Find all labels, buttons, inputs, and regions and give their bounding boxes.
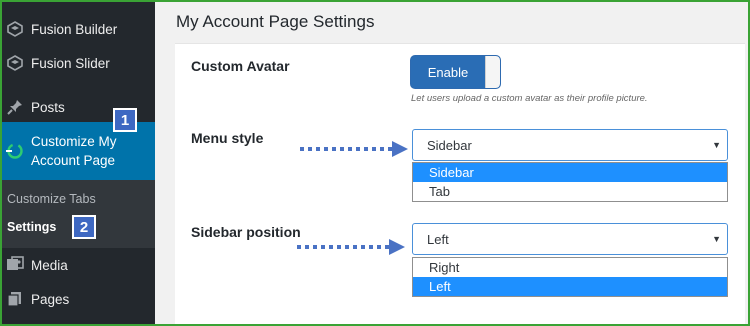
sidebar-item-fusion-builder[interactable]: Fusion Builder	[2, 12, 155, 46]
fusion-slider-icon	[6, 54, 24, 72]
toggle-label: Enable	[427, 64, 469, 80]
chevron-down-icon: ▼	[712, 140, 721, 150]
toggle-knob	[485, 56, 500, 88]
sidebar-position-selected-value: Left	[427, 231, 449, 247]
page-title: My Account Page Settings	[176, 12, 375, 31]
annotation-badge-1: 1	[113, 108, 137, 132]
fusion-builder-icon	[6, 20, 24, 38]
menu-style-select[interactable]: Sidebar ▼	[412, 129, 728, 161]
menu-style-label: Menu style	[191, 130, 264, 146]
pin-icon	[6, 98, 24, 116]
sidebar-item-label: Fusion Builder	[31, 21, 118, 37]
admin-sidebar: Fusion Builder Fusion Slider Posts Custo…	[2, 2, 163, 324]
menu-style-option-sidebar[interactable]: Sidebar	[413, 163, 727, 182]
custom-avatar-help: Let users upload a custom avatar as thei…	[411, 93, 648, 104]
menu-style-selected-value: Sidebar	[427, 137, 472, 153]
sidebar-position-label: Sidebar position	[191, 224, 301, 240]
custom-avatar-label: Custom Avatar	[191, 58, 290, 74]
dotted-arrow-icon	[297, 239, 405, 255]
sidebar-item-label: Media	[31, 257, 68, 273]
menu-style-options: Sidebar Tab	[412, 162, 728, 202]
media-icon	[6, 256, 24, 274]
custom-avatar-toggle[interactable]: Enable	[410, 55, 501, 89]
annotation-badge-2: 2	[72, 215, 96, 239]
dotted-arrow-icon	[300, 141, 408, 157]
sidebar-position-options: Right Left	[412, 257, 728, 297]
chevron-down-icon: ▼	[712, 234, 721, 244]
menu-style-option-tab[interactable]: Tab	[413, 182, 727, 201]
sidebar-position-option-right[interactable]: Right	[413, 258, 727, 277]
sidebar-position-select[interactable]: Left ▼	[412, 223, 728, 255]
sidebar-item-fusion-slider[interactable]: Fusion Slider	[2, 46, 155, 80]
sidebar-item-label: Posts	[31, 99, 65, 115]
pages-icon	[6, 290, 24, 308]
sidebar-item-label: Pages	[31, 291, 70, 307]
sidebar-item-label: Fusion Slider	[31, 55, 110, 71]
submenu-item-settings[interactable]: Settings	[7, 220, 56, 234]
submenu-item-customize-tabs[interactable]: Customize Tabs	[7, 192, 96, 206]
sidebar-position-option-left[interactable]: Left	[413, 277, 727, 296]
sidebar-item-pages[interactable]: Pages	[2, 282, 155, 316]
customize-icon	[6, 142, 24, 160]
sidebar-item-media[interactable]: Media	[2, 248, 155, 282]
sidebar-item-label: Customize My Account Page	[31, 134, 117, 168]
